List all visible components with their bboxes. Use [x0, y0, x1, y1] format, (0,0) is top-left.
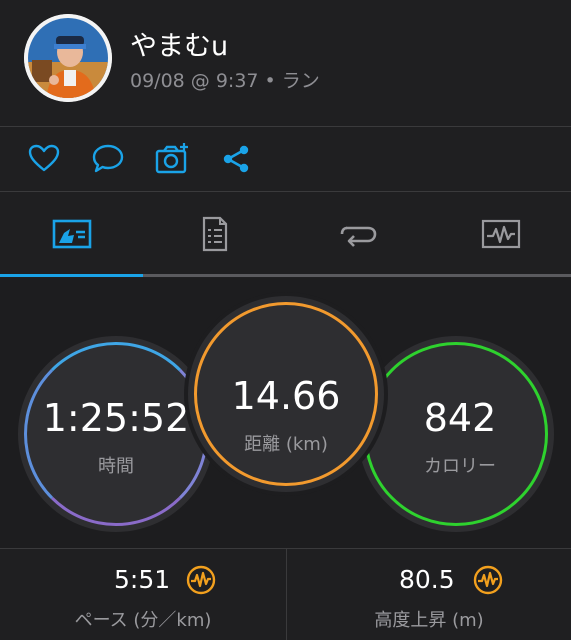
distance-value: 14.66 — [231, 374, 341, 418]
performance-icon — [186, 565, 216, 595]
calories-label: カロリー — [424, 456, 496, 477]
action-bar — [0, 127, 571, 191]
time-label: 時間 — [98, 456, 134, 477]
pace-value: 5:51 — [114, 565, 171, 594]
tab-details[interactable] — [143, 192, 286, 276]
laps-icon — [340, 226, 376, 247]
distance-label: 距離 (km) — [244, 434, 328, 455]
time-ring: 1:25:52 時間 — [18, 336, 214, 532]
charts-icon — [481, 219, 520, 249]
tab-bar — [0, 192, 571, 278]
comment-icon[interactable] — [90, 141, 126, 177]
activity-meta: 09/08 @ 9:37 • ラン — [130, 70, 320, 92]
active-tab-indicator — [0, 274, 143, 277]
heart-icon[interactable] — [26, 141, 62, 177]
activity-header: やまむu 09/08 @ 9:37 • ラン — [0, 0, 571, 126]
elevation-cell[interactable]: 80.5 高度上昇 (m) — [287, 549, 571, 640]
pace-label: ペース (分／km) — [74, 610, 212, 631]
elevation-value: 80.5 — [399, 565, 455, 594]
username[interactable]: やまむu — [130, 24, 228, 63]
calories-ring: 842 カロリー — [358, 336, 554, 532]
performance-icon — [473, 565, 503, 595]
tab-overview[interactable] — [0, 192, 143, 276]
overview-icon — [52, 219, 91, 249]
time-value: 1:25:52 — [42, 396, 190, 440]
avatar[interactable] — [24, 14, 112, 102]
metrics-bar: 5:51 ペース (分／km) 80.5 高度上昇 (m) — [0, 549, 571, 640]
tab-charts[interactable] — [429, 192, 571, 276]
tab-laps[interactable] — [286, 192, 429, 276]
stats-panel: 1:25:52 時間 842 カロリー 14.66 距離 (km) — [0, 278, 571, 548]
add-photo-icon[interactable] — [154, 141, 190, 177]
details-icon — [202, 216, 227, 252]
elevation-label: 高度上昇 (m) — [374, 610, 484, 631]
pace-cell[interactable]: 5:51 ペース (分／km) — [0, 549, 286, 640]
share-icon[interactable] — [218, 141, 254, 177]
calories-value: 842 — [423, 396, 497, 440]
distance-ring: 14.66 距離 (km) — [188, 296, 384, 492]
